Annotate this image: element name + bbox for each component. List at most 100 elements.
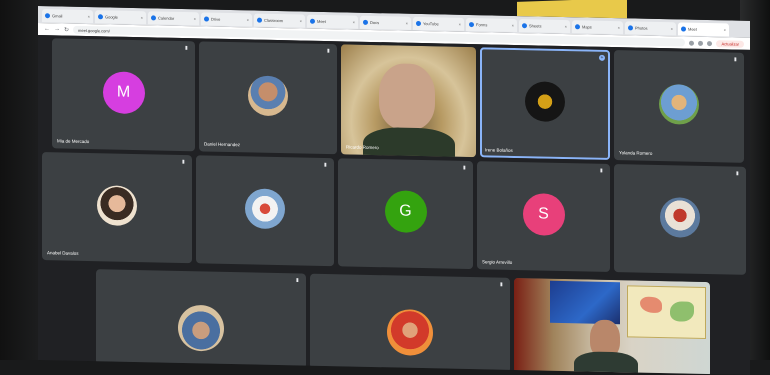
tab-label: Classroom xyxy=(264,17,284,24)
forward-icon[interactable]: → xyxy=(54,26,60,32)
close-icon[interactable]: × xyxy=(88,14,90,19)
extension-icon[interactable] xyxy=(698,40,704,46)
participant-name: Ricardo Romero xyxy=(346,144,379,151)
favicon-icon xyxy=(204,16,209,22)
participant-video-tile[interactable] xyxy=(514,277,710,375)
tab-label: Gmail xyxy=(52,13,63,19)
participant-shirt xyxy=(363,126,455,158)
tab-label: Sheets xyxy=(529,23,542,29)
mic-off-icon: ▮ xyxy=(500,281,503,288)
browser-tab[interactable]: Sheets × xyxy=(519,19,570,34)
avatar-letter: M xyxy=(116,83,131,101)
mic-off-icon: ▮ xyxy=(463,164,466,171)
avatar xyxy=(248,75,288,117)
mic-off-icon: ▮ xyxy=(182,159,185,166)
browser-tab[interactable]: Classroom × xyxy=(254,13,305,28)
favicon-icon xyxy=(416,20,421,27)
close-icon[interactable]: × xyxy=(353,20,355,25)
participant-tile[interactable]: ▮ Anabel Davalos xyxy=(42,152,192,264)
tab-label: Google xyxy=(105,14,118,20)
avatar xyxy=(525,81,565,123)
participant-tile[interactable]: ▮ xyxy=(196,155,334,267)
mic-off-icon: ▮ xyxy=(736,170,739,177)
participant-tile[interactable]: ▮ xyxy=(96,269,306,369)
participant-name: Sergio Arrevillo xyxy=(482,259,513,265)
favicon-icon xyxy=(98,14,103,20)
avatar-letter: G xyxy=(399,202,412,220)
browser-tab[interactable]: Meet × xyxy=(678,22,729,37)
browser-tab[interactable]: Calendar × xyxy=(148,11,199,26)
extension-icon[interactable] xyxy=(689,40,695,46)
tab-label: Calendar xyxy=(158,15,175,21)
pin-icon[interactable]: + xyxy=(599,54,605,61)
participant-face xyxy=(379,63,435,131)
close-icon[interactable]: × xyxy=(671,26,673,31)
participant-name: Yolanda Romero xyxy=(619,150,653,156)
participant-name: Irene Bolaños xyxy=(485,147,513,153)
browser-tab[interactable]: Forms × xyxy=(466,17,517,33)
meet-stage: M ▮ Mia de Mercado ▮ Daniel Hernandez Ri… xyxy=(38,35,750,375)
browser-tab[interactable]: Gmail × xyxy=(42,9,93,24)
participant-name: Anabel Davalos xyxy=(47,250,79,256)
monitor-screen: Gmail × Google × Calendar × Drive × Classroom × Me… xyxy=(38,6,750,375)
avatar xyxy=(245,188,285,230)
close-icon[interactable]: × xyxy=(512,23,514,28)
favicon-icon xyxy=(310,18,315,24)
back-icon[interactable]: ← xyxy=(44,26,50,32)
browser-tab[interactable]: Google × xyxy=(95,10,146,25)
participant-tile[interactable]: ▮ xyxy=(614,164,746,275)
close-icon[interactable]: × xyxy=(194,16,196,21)
favicon-icon xyxy=(522,23,527,29)
close-icon[interactable]: × xyxy=(300,18,302,23)
profile-avatar[interactable] xyxy=(707,40,713,46)
close-icon[interactable]: × xyxy=(565,24,567,29)
tab-label: Meet xyxy=(317,18,326,25)
browser-tab[interactable]: Drive × xyxy=(201,12,252,27)
browser-tab[interactable]: Docs × xyxy=(360,15,411,30)
browser-tab[interactable]: Photos × xyxy=(625,21,676,36)
avatar: G xyxy=(384,190,427,234)
tab-label: Meet xyxy=(688,26,697,32)
address-text: meet.google.com/ xyxy=(78,27,110,34)
participant-tile[interactable]: G ▮ xyxy=(338,158,473,270)
reload-icon[interactable]: ↻ xyxy=(64,26,69,33)
favicon-icon xyxy=(363,19,368,25)
favicon-icon xyxy=(575,24,580,30)
browser-tab[interactable]: Meet × xyxy=(307,14,358,29)
participant-tile[interactable]: ▮ Yolanda Romero xyxy=(614,50,744,163)
close-icon[interactable]: × xyxy=(247,17,249,22)
participant-name: Mia de Mercado xyxy=(57,138,90,145)
browser-tab[interactable]: YouTube × xyxy=(413,16,464,31)
favicon-icon xyxy=(628,25,633,31)
tab-label: Forms xyxy=(476,22,488,28)
favicon-icon xyxy=(257,17,262,23)
room-background-left xyxy=(0,0,40,360)
avatar xyxy=(178,304,224,352)
mic-off-icon: ▮ xyxy=(734,56,737,63)
participant-tile[interactable]: ▮ xyxy=(310,273,510,373)
avatar: S xyxy=(522,193,565,236)
tab-label: Drive xyxy=(211,16,221,22)
mic-off-icon: ▮ xyxy=(324,161,327,169)
avatar xyxy=(97,185,137,227)
participant-tile[interactable]: S ▮ Sergio Arrevillo xyxy=(477,161,610,272)
close-icon[interactable]: × xyxy=(618,25,620,30)
update-button[interactable]: Actualizar xyxy=(716,39,744,48)
close-icon[interactable]: × xyxy=(141,15,143,20)
participant-name: Daniel Hernandez xyxy=(204,141,241,148)
close-icon[interactable]: × xyxy=(459,22,461,27)
participant-tile-active[interactable]: + Irene Bolaños xyxy=(480,47,610,160)
participant-tile[interactable]: ▮ Daniel Hernandez xyxy=(199,41,337,155)
close-icon[interactable]: × xyxy=(724,27,726,32)
tab-label: Docs xyxy=(370,19,380,26)
mic-off-icon: ▮ xyxy=(185,45,188,52)
participant-tile[interactable]: M ▮ Mia de Mercado xyxy=(52,38,195,152)
close-icon[interactable]: × xyxy=(406,21,408,26)
browser-tab[interactable]: Maps × xyxy=(572,20,623,35)
participant-video-tile[interactable]: Ricardo Romero xyxy=(341,44,476,158)
world-map-poster xyxy=(627,285,706,339)
mic-off-icon: ▮ xyxy=(327,48,330,55)
favicon-icon xyxy=(151,15,156,21)
favicon-icon xyxy=(45,13,50,19)
avatar xyxy=(387,308,433,356)
